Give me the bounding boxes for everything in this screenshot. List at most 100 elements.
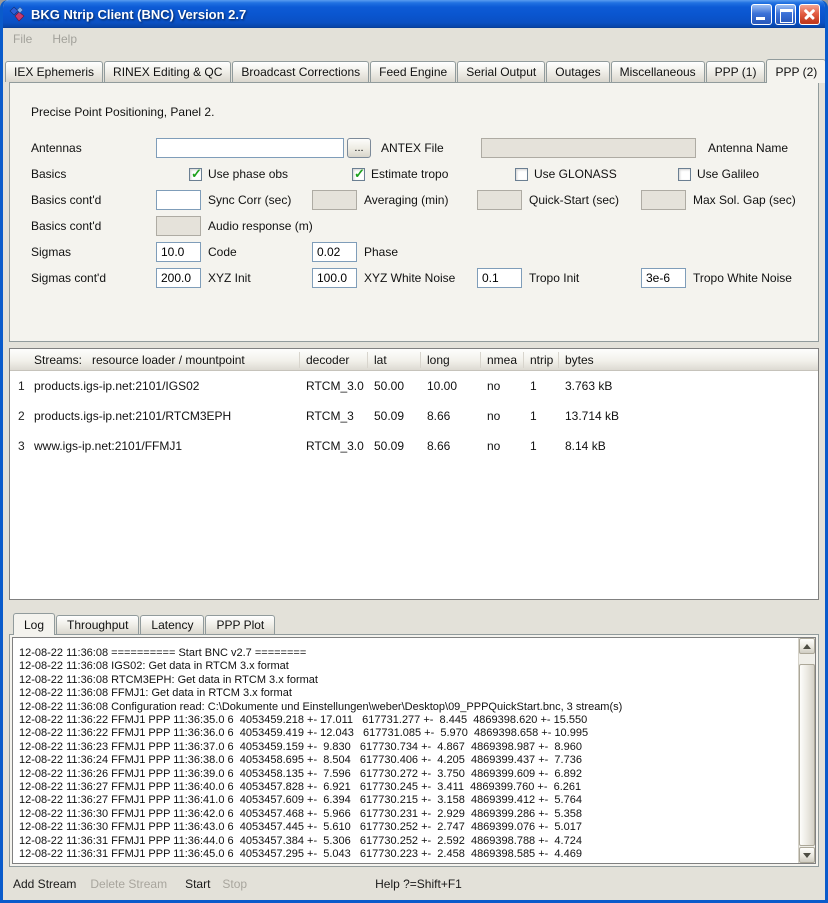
estimate-tropo-checkbox[interactable] bbox=[352, 168, 365, 181]
tropo-white-noise-input[interactable] bbox=[641, 268, 686, 288]
cell-ntrip: 1 bbox=[524, 379, 559, 393]
minimize-button[interactable] bbox=[751, 4, 772, 25]
start-button[interactable]: Start bbox=[185, 877, 210, 891]
streams-table: Streams: resource loader / mountpoint de… bbox=[9, 348, 819, 600]
antenna-name-input bbox=[481, 138, 696, 158]
title-bar[interactable]: BKG Ntrip Client (BNC) Version 2.7 bbox=[3, 0, 825, 28]
table-row[interactable]: 1 products.igs-ip.net:2101/IGS02 RTCM_3.… bbox=[10, 371, 818, 401]
antennas-label: Antennas bbox=[31, 141, 156, 155]
header-mountpoint: Streams: resource loader / mountpoint bbox=[10, 352, 300, 368]
cell-ntrip: 1 bbox=[524, 409, 559, 423]
menu-help[interactable]: Help bbox=[52, 32, 77, 46]
tab-broadcast-corrections[interactable]: Broadcast Corrections bbox=[232, 61, 369, 82]
log-line: 12-08-22 11:36:27 FFMJ1 PPP 11:36:41.0 6… bbox=[19, 794, 796, 807]
xyz-white-noise-label: XYZ White Noise bbox=[364, 271, 477, 285]
sigma-phase-input[interactable] bbox=[312, 242, 357, 262]
table-row[interactable]: 2 products.igs-ip.net:2101/RTCM3EPH RTCM… bbox=[10, 401, 818, 431]
log-line: 12-08-22 11:36:30 FFMJ1 PPP 11:36:43.0 6… bbox=[19, 821, 796, 834]
cell-nmea: no bbox=[481, 409, 524, 423]
xyz-init-input[interactable] bbox=[156, 268, 201, 288]
tab-serial-output[interactable]: Serial Output bbox=[457, 61, 545, 82]
scroll-down-icon[interactable] bbox=[799, 847, 815, 863]
sigmas-contd-row: Sigmas cont'd XYZ Init XYZ White Noise T… bbox=[31, 265, 806, 291]
cell-long: 8.66 bbox=[421, 439, 481, 453]
averaging-label: Averaging (min) bbox=[364, 193, 477, 207]
antennas-input[interactable] bbox=[156, 138, 344, 158]
log-line: 12-08-22 11:36:26 FFMJ1 PPP 11:36:39.0 6… bbox=[19, 768, 796, 781]
log-box: 12-08-22 11:36:08 ========== Start BNC v… bbox=[12, 637, 816, 864]
tab-outages[interactable]: Outages bbox=[546, 61, 609, 82]
quick-start-input bbox=[477, 190, 522, 210]
log-line: 12-08-22 11:36:24 FFMJ1 PPP 11:36:38.0 6… bbox=[19, 754, 796, 767]
sync-corr-input[interactable] bbox=[156, 190, 201, 210]
tab-ppp-1[interactable]: PPP (1) bbox=[706, 61, 766, 82]
window-title: BKG Ntrip Client (BNC) Version 2.7 bbox=[31, 7, 748, 22]
tab-latency[interactable]: Latency bbox=[140, 615, 204, 634]
log-line: 12-08-22 11:36:23 FFMJ1 PPP 11:36:37.0 6… bbox=[19, 741, 796, 754]
cell-mountpoint: products.igs-ip.net:2101/RTCM3EPH bbox=[28, 409, 300, 423]
quick-start-label: Quick-Start (sec) bbox=[529, 193, 641, 207]
audio-response-label: Audio response (m) bbox=[208, 219, 313, 233]
row-number: 1 bbox=[10, 379, 28, 393]
tab-log[interactable]: Log bbox=[13, 613, 55, 635]
basics-contd2-row: Basics cont'd Audio response (m) bbox=[31, 213, 806, 239]
log-line: 12-08-22 11:36:08 IGS02: Get data in RTC… bbox=[19, 660, 796, 673]
scrollbar-thumb[interactable] bbox=[799, 664, 815, 846]
cell-decoder: RTCM_3 bbox=[300, 409, 368, 423]
row-number: 3 bbox=[10, 439, 28, 453]
maximize-button[interactable] bbox=[775, 4, 796, 25]
log-line: 12-08-22 11:36:22 FFMJ1 PPP 11:36:35.0 6… bbox=[19, 714, 796, 727]
antex-browse-button[interactable]: ... bbox=[347, 138, 371, 158]
tab-miscellaneous[interactable]: Miscellaneous bbox=[611, 61, 705, 82]
log-scrollbar[interactable] bbox=[798, 638, 815, 863]
antex-file-label: ANTEX File bbox=[381, 141, 481, 155]
log-line: 12-08-22 11:36:08 FFMJ1: Get data in RTC… bbox=[19, 687, 796, 700]
add-stream-button[interactable]: Add Stream bbox=[13, 877, 76, 891]
sigma-code-label: Code bbox=[208, 245, 312, 259]
cell-bytes: 13.714 kB bbox=[559, 409, 818, 423]
tab-ppp-plot[interactable]: PPP Plot bbox=[205, 615, 275, 634]
panel-description: Precise Point Positioning, Panel 2. bbox=[31, 105, 806, 119]
basics-contd2-label: Basics cont'd bbox=[31, 219, 156, 233]
tropo-init-label: Tropo Init bbox=[529, 271, 641, 285]
tab-throughput[interactable]: Throughput bbox=[56, 615, 139, 634]
use-phase-obs-checkbox[interactable] bbox=[189, 168, 202, 181]
use-galileo-label: Use Galileo bbox=[697, 167, 759, 181]
header-ntrip: ntrip bbox=[524, 352, 559, 368]
close-button[interactable] bbox=[799, 4, 820, 25]
antennas-row: Antennas ... ANTEX File Antenna Name bbox=[31, 135, 806, 161]
log-line: 12-08-22 11:36:08 Configuration read: C:… bbox=[19, 701, 796, 714]
bottom-tab-bar: Log Throughput Latency PPP Plot bbox=[13, 612, 825, 634]
cell-lat: 50.09 bbox=[368, 409, 421, 423]
averaging-input bbox=[312, 190, 357, 210]
basics-contd-row: Basics cont'd Sync Corr (sec) Averaging … bbox=[31, 187, 806, 213]
use-glonass-checkbox[interactable] bbox=[515, 168, 528, 181]
antenna-name-label: Antenna Name bbox=[708, 141, 788, 155]
log-line: 12-08-22 11:36:22 FFMJ1 PPP 11:36:36.0 6… bbox=[19, 727, 796, 740]
log-line: 12-08-22 11:36:08 RTCM3EPH: Get data in … bbox=[19, 674, 796, 687]
menu-bar: File Help bbox=[3, 28, 825, 50]
log-line: 12-08-22 11:36:08 ========== Start BNC v… bbox=[19, 647, 796, 660]
app-window: BKG Ntrip Client (BNC) Version 2.7 File … bbox=[0, 0, 828, 903]
menu-file[interactable]: File bbox=[13, 32, 32, 46]
cell-nmea: no bbox=[481, 379, 524, 393]
sigma-code-input[interactable] bbox=[156, 242, 201, 262]
use-galileo-checkbox[interactable] bbox=[678, 168, 691, 181]
tropo-init-input[interactable] bbox=[477, 268, 522, 288]
ppp2-panel: Precise Point Positioning, Panel 2. Ante… bbox=[9, 82, 819, 342]
xyz-white-noise-input[interactable] bbox=[312, 268, 357, 288]
tab-iex-ephemeris[interactable]: IEX Ephemeris bbox=[5, 61, 103, 82]
tab-rinex-editing-qc[interactable]: RINEX Editing & QC bbox=[104, 61, 231, 82]
max-sol-gap-input bbox=[641, 190, 686, 210]
stop-button: Stop bbox=[222, 877, 247, 891]
estimate-tropo-group: Estimate tropo bbox=[352, 167, 515, 181]
table-row[interactable]: 3 www.igs-ip.net:2101/FFMJ1 RTCM_3.0 50.… bbox=[10, 431, 818, 461]
cell-bytes: 8.14 kB bbox=[559, 439, 818, 453]
tab-ppp-2[interactable]: PPP (2) bbox=[766, 59, 826, 83]
cell-lat: 50.09 bbox=[368, 439, 421, 453]
log-line: 12-08-22 11:36:27 FFMJ1 PPP 11:36:40.0 6… bbox=[19, 781, 796, 794]
use-glonass-label: Use GLONASS bbox=[534, 167, 617, 181]
tab-feed-engine[interactable]: Feed Engine bbox=[370, 61, 456, 82]
log-line: 12-08-22 11:36:31 FFMJ1 PPP 11:36:44.0 6… bbox=[19, 835, 796, 848]
scroll-up-icon[interactable] bbox=[799, 638, 815, 654]
